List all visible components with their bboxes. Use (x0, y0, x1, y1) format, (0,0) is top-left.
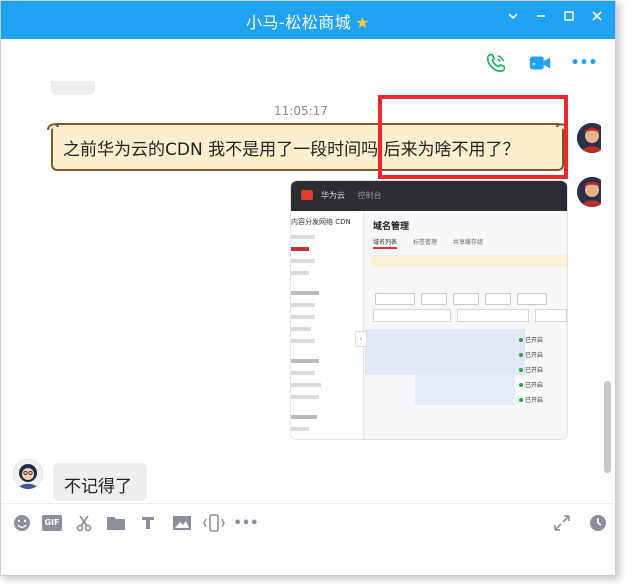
gif-label: GIF (42, 515, 62, 531)
screenshot-notice (371, 255, 567, 267)
folder-icon[interactable] (105, 512, 127, 534)
close-button[interactable] (587, 9, 607, 29)
more-tools-icon[interactable]: ••• (233, 512, 259, 534)
phone-icon[interactable] (483, 50, 509, 76)
collapse-sidebar-icon: ‹ (355, 331, 367, 347)
image-icon[interactable] (171, 512, 193, 534)
expand-icon[interactable] (551, 512, 573, 534)
more-icon[interactable]: ••• (570, 50, 598, 76)
avatar[interactable] (577, 123, 601, 153)
chat-window: 小马-松松商城 ★ ••• 11:05:17 之前华为云的CDN 我不是用了一段… (0, 0, 616, 576)
avatar[interactable] (577, 177, 601, 207)
screenshot-topbar: 华为云 控制台 (291, 181, 567, 211)
minimize-button[interactable] (531, 9, 551, 29)
scroll-ornament-icon (47, 123, 59, 131)
screenshot-sidebar: 内容分发网络 CDN (291, 211, 364, 439)
title-bar: 小马-松松商城 ★ (1, 1, 615, 39)
huawei-logo-icon (301, 190, 313, 200)
scrollbar-thumb[interactable] (604, 381, 611, 473)
screenshot-button-row (375, 293, 547, 305)
chat-actions: ••• (483, 49, 597, 77)
screenshot-main-title: 域名管理 (373, 222, 410, 232)
emoji-icon[interactable] (11, 512, 33, 534)
input-toolbar: GIF ••• (1, 503, 613, 544)
screenshot-brand: 华为云 (321, 191, 345, 200)
contact-name: 小马-松松商城 (245, 13, 352, 32)
screenshot-sidebar-title: 内容分发网络 CDN (291, 218, 351, 226)
video-icon[interactable] (527, 50, 553, 76)
more-label: ••• (570, 55, 598, 71)
screenshot-console: 控制台 (357, 191, 382, 200)
star-icon: ★ (355, 13, 371, 32)
more-tools-label: ••• (233, 515, 259, 531)
music-icon[interactable] (137, 512, 159, 534)
avatar[interactable] (13, 459, 43, 489)
screenshot-status-list: 已开启 已开启 已开启 已开启 已开启 (519, 335, 543, 410)
screenshot-main: 域名管理 域名列表 标签管理 共享缓存组 已开启 已开启 已开启 已开启 已开启 (365, 211, 567, 439)
gif-icon[interactable]: GIF (41, 512, 63, 534)
message-list[interactable]: 11:05:17 之前华为云的CDN 我不是用了一段时间吗 后来为啥不用了？ 华… (1, 77, 601, 503)
screenshot-tab: 标签管理 (413, 239, 438, 246)
scissors-icon[interactable] (73, 512, 95, 534)
history-icon[interactable] (587, 512, 609, 534)
message-input[interactable] (1, 543, 613, 575)
shake-icon[interactable] (203, 512, 225, 534)
screenshot-tab: 域名列表 (373, 237, 398, 249)
highlight-rectangle (378, 95, 568, 179)
screenshot-tabs: 域名列表 标签管理 共享缓存组 (373, 237, 483, 249)
maximize-button[interactable] (559, 9, 579, 29)
message-text: 不记得了 (64, 477, 132, 497)
screenshot-tab: 共享缓存组 (453, 239, 484, 246)
redacted-area (415, 375, 515, 405)
previous-message-bubble (51, 81, 95, 95)
screenshot-filter-row (373, 309, 567, 322)
image-message[interactable]: 华为云 控制台 内容分发网络 CDN 域名管理 域名列表 标签管理 共享缓存组 … (291, 181, 567, 439)
message-bubble[interactable]: 不记得了 (53, 463, 147, 501)
redacted-area (365, 329, 525, 375)
chevron-down-icon[interactable] (503, 9, 523, 29)
